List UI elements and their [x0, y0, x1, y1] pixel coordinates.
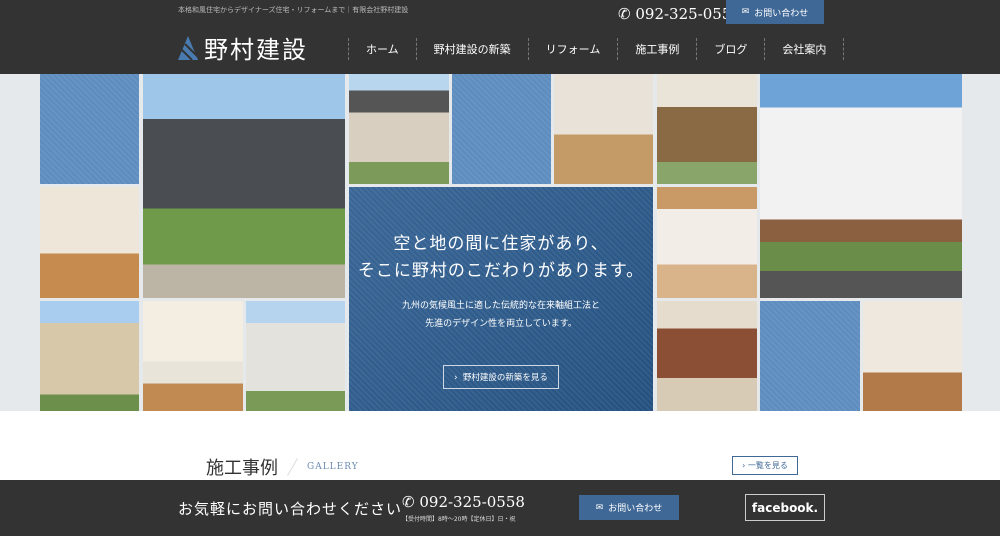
photo-dining[interactable] — [143, 301, 243, 411]
headline-line-1: 空と地の間に住家があり、 — [393, 234, 609, 254]
nav-blog[interactable]: ブログ — [696, 38, 764, 60]
logo-icon — [178, 35, 198, 60]
mail-icon: ✉ — [741, 7, 750, 17]
blue-tile — [760, 301, 860, 411]
photo-house-white[interactable] — [246, 301, 345, 411]
body-line-1: 九州の気候風土に適した伝統的な在来軸組工法と — [401, 301, 600, 311]
headline-line-2: そこに野村のこだわりがあります。 — [357, 261, 645, 281]
photo-interior-tv[interactable] — [863, 301, 962, 411]
divider — [287, 458, 298, 476]
phone-icon: ✆ — [618, 5, 631, 23]
facebook-button[interactable]: facebook. — [745, 494, 825, 521]
hero-body: 九州の気候風土に適した伝統的な在来軸組工法と 先進のデザイン性を両立しています。 — [349, 297, 653, 333]
gallery-heading: 施工事例 GALLERY — [206, 454, 359, 480]
tagline: 本格和風住宅からデザイナーズ住宅・リフォームまで｜有限会社野村建設 — [178, 6, 409, 14]
photo-modern-house[interactable] — [760, 74, 962, 298]
contact-message: お気軽にお問い合わせください — [178, 500, 403, 518]
nav-new-build[interactable]: 野村建設の新築 — [415, 38, 528, 60]
photo-house[interactable] — [349, 74, 449, 184]
nav-home[interactable]: ホーム — [348, 38, 416, 60]
logo[interactable]: 野村建設 — [178, 30, 308, 65]
photo-house-gable[interactable] — [143, 74, 345, 298]
gallery-subtitle: GALLERY — [307, 462, 359, 472]
photo-balcony[interactable] — [657, 301, 757, 411]
logo-text: 野村建設 — [204, 36, 308, 64]
contact-label: お問い合わせ — [754, 8, 809, 19]
blue-tile — [452, 74, 551, 184]
header-phone[interactable]: ✆ 092-325-0558 — [618, 5, 741, 23]
nav-reform[interactable]: リフォーム — [527, 38, 618, 60]
view-all-button[interactable]: › 一覧を見る — [732, 456, 798, 475]
site-header: 本格和風住宅からデザイナーズ住宅・リフォームまで｜有限会社野村建設 ✆ 092-… — [0, 0, 1000, 74]
photo-exterior-deck[interactable] — [657, 74, 757, 184]
hero-headline: 空と地の間に住家があり、そこに野村のこだわりがあります。 — [349, 231, 653, 285]
contact-bar: お気軽にお問い合わせください ✆ 092-325-0558 【受付時間】8時～2… — [0, 480, 1000, 536]
nav-works[interactable]: 施工事例 — [617, 38, 696, 60]
hero-message-panel: 空と地の間に住家があり、そこに野村のこだわりがあります。 九州の気候風土に適した… — [349, 187, 653, 411]
view-all-label: 一覧を見る — [747, 461, 788, 470]
nav-company[interactable]: 会社案内 — [764, 38, 845, 60]
contact-label: お問い合わせ — [608, 504, 663, 514]
mail-icon: ✉ — [595, 502, 604, 513]
new-build-label: 野村建設の新築を見る — [462, 373, 548, 383]
phone-icon: ✆ — [402, 493, 415, 511]
main-nav: ホーム 野村建設の新築 リフォーム 施工事例 ブログ 会社案内 — [348, 38, 845, 60]
phone-number: 092-325-0558 — [419, 493, 525, 511]
contact-button[interactable]: ✉ お問い合わせ — [726, 0, 824, 24]
photo-interior-white[interactable] — [657, 187, 757, 298]
body-line-2: 先進のデザイン性を両立しています。 — [425, 319, 577, 329]
footer-contact-button[interactable]: ✉ お問い合わせ — [579, 495, 679, 520]
photo-interior-living[interactable] — [554, 74, 653, 184]
photo-house-two-story[interactable] — [40, 301, 139, 411]
footer-phone[interactable]: ✆ 092-325-0558 — [402, 493, 525, 511]
new-build-button[interactable]: › 野村建設の新築を見る — [443, 365, 559, 389]
photo-interior-wood[interactable] — [40, 187, 139, 298]
gallery-title: 施工事例 — [206, 458, 278, 479]
business-hours: 【受付時間】8時～20時【定休日】日・祝 — [402, 516, 516, 523]
chevron-right-icon: › — [454, 373, 458, 383]
blue-tile — [40, 74, 139, 184]
hero-grid: 空と地の間に住家があり、そこに野村のこだわりがあります。 九州の気候風土に適した… — [0, 74, 1000, 411]
